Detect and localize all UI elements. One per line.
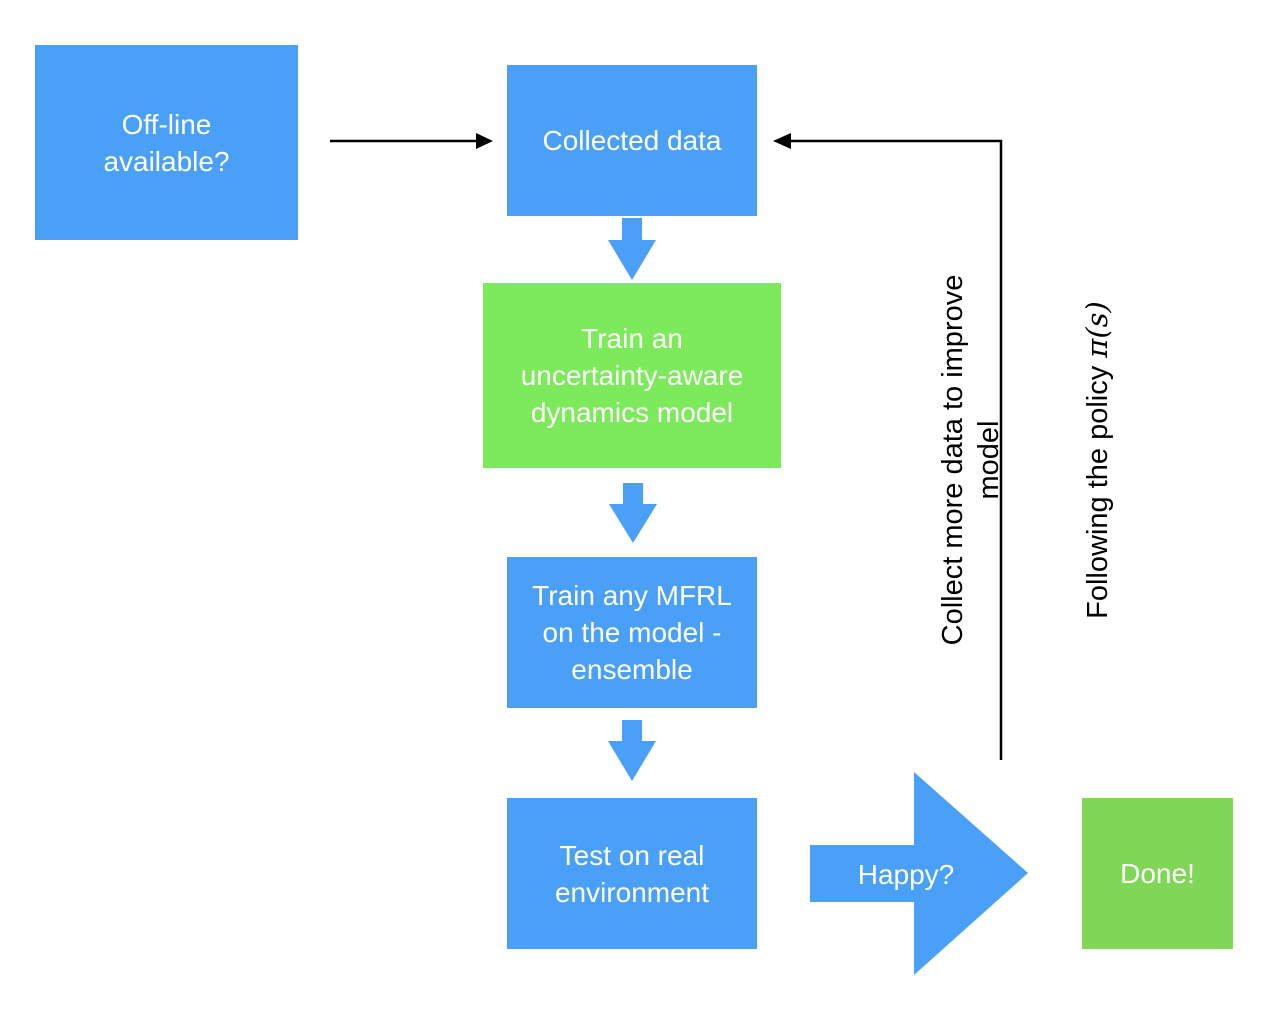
node-happy-decision[interactable]: Happy? <box>820 852 992 896</box>
node-test-real-environment-label: Test on real environment <box>554 839 710 908</box>
node-test-real-environment[interactable]: Test on real environment <box>507 798 757 949</box>
node-train-mfrl-label: Train any MFRL on the model - ensemble <box>532 580 732 685</box>
node-offline-available-label: Off-line available? <box>103 108 230 177</box>
feedback-label-line2-text: Following the policy <box>1082 357 1114 619</box>
feedback-label-line1: Collect more data to improve model <box>937 274 1005 646</box>
feedback-label-line2: Following the policy π(s) <box>1043 230 1116 690</box>
node-collected-data-label: Collected data <box>542 125 722 156</box>
block-arrow-down-2 <box>609 483 657 543</box>
node-offline-available[interactable]: Off-line available? <box>35 45 298 240</box>
node-train-mfrl[interactable]: Train any MFRL on the model - ensemble <box>507 557 757 708</box>
node-train-dynamics-model-label: Train an uncertainty-aware dynamics mode… <box>520 323 744 428</box>
node-done-label: Done! <box>1120 858 1195 889</box>
feedback-label: Collect more data to improve model Follo… <box>899 230 1114 690</box>
arrow-offline-to-collected <box>330 133 493 149</box>
node-done[interactable]: Done! <box>1082 798 1233 949</box>
block-arrow-down-3 <box>608 720 656 781</box>
node-happy-decision-label: Happy? <box>857 858 955 890</box>
policy-math: π(s) <box>1080 301 1114 358</box>
node-collected-data[interactable]: Collected data <box>507 65 757 216</box>
node-train-dynamics-model[interactable]: Train an uncertainty-aware dynamics mode… <box>483 283 781 468</box>
block-arrow-down-1 <box>608 218 656 280</box>
